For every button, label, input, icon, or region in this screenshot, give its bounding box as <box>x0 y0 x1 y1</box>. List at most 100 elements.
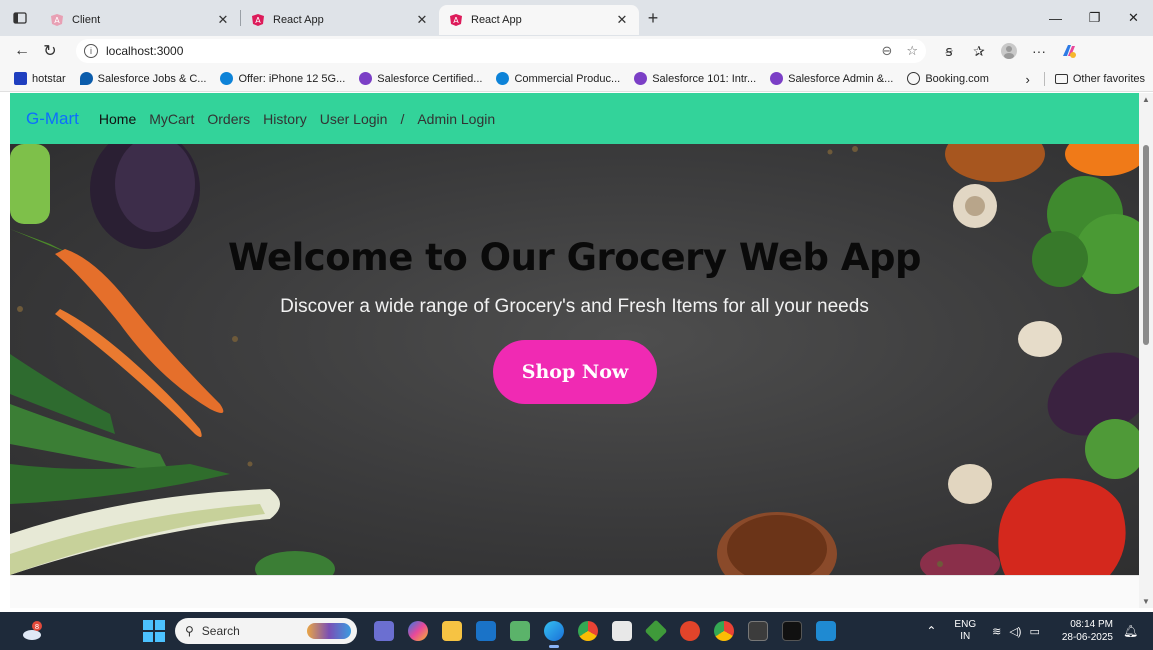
language-indicator[interactable]: ENG IN <box>954 619 976 643</box>
tab-react-app[interactable]: A React App ✕ <box>241 5 439 35</box>
hero-title: Welcome to Our Grocery Web App <box>228 236 921 279</box>
bookmark-iphone-offer[interactable]: Offer: iPhone 12 5G... <box>220 72 345 85</box>
tab-actions-button[interactable] <box>0 0 40 36</box>
copilot-icon <box>1063 45 1076 58</box>
nav-admin-login[interactable]: Admin Login <box>417 111 495 127</box>
hero-subtitle: Discover a wide range of Grocery's and F… <box>280 296 869 317</box>
angular-favicon-icon: A <box>51 14 63 26</box>
bookmark-divider <box>1043 72 1045 86</box>
battery-icon: ▭ <box>1029 625 1040 638</box>
angular-favicon-icon: A <box>252 14 264 26</box>
refresh-button[interactable]: ↻ <box>36 37 64 65</box>
taskbar-apps: ⚲ Search <box>143 612 843 650</box>
terminal-icon[interactable] <box>744 617 772 645</box>
media-player-icon[interactable] <box>608 617 636 645</box>
wifi-icon: ≋ <box>992 625 1002 638</box>
salesforce-cloud-icon <box>496 72 510 85</box>
salesforce-cloud-icon <box>220 72 234 85</box>
hotstar-icon <box>14 72 27 85</box>
url-text[interactable]: localhost:3000 <box>106 44 867 58</box>
tab-title: React App <box>471 14 522 26</box>
bookmark-salesforce-certified[interactable]: Salesforce Certified... <box>359 72 482 85</box>
vscode-icon[interactable] <box>812 617 840 645</box>
svg-text:A: A <box>54 16 60 25</box>
chrome-profile-icon[interactable] <box>710 617 738 645</box>
copilot-button[interactable] <box>1054 37 1084 65</box>
bookmarks-bar: hotstar Salesforce Jobs & C... Offer: iP… <box>0 66 1153 92</box>
svg-text:A: A <box>255 16 261 25</box>
folder-icon <box>1054 74 1068 84</box>
address-bar[interactable]: i localhost:3000 ⊖ ☆ <box>76 39 926 63</box>
scrollbar-thumb[interactable] <box>1143 145 1149 345</box>
shop-now-button[interactable]: Shop Now <box>493 340 657 404</box>
other-favorites-link[interactable]: Other favorites <box>1073 73 1145 85</box>
arrow-left-icon: ← <box>14 42 30 59</box>
tab-client[interactable]: A Client ✕ <box>40 5 240 35</box>
tab-title: React App <box>273 14 324 26</box>
teams-icon[interactable] <box>370 617 398 645</box>
notepad-icon[interactable] <box>506 617 534 645</box>
bookmark-salesforce-jobs[interactable]: Salesforce Jobs & C... <box>79 72 206 85</box>
site-info-icon[interactable]: i <box>84 44 98 58</box>
chevron-right-icon[interactable]: › <box>1026 72 1030 87</box>
tab-title: Client <box>72 14 101 26</box>
file-explorer-icon[interactable] <box>438 617 466 645</box>
bookmark-label: hotstar <box>32 72 66 85</box>
close-tab-icon[interactable]: ✕ <box>415 12 429 28</box>
page-viewport: G-Mart Home MyCart Orders History User L… <box>10 93 1139 608</box>
office-app-icon[interactable] <box>676 617 704 645</box>
profile-button[interactable] <box>994 37 1024 65</box>
address-toolbar: ← ↻ i localhost:3000 ⊖ ☆ ꞩ ✰ ··· <box>0 36 1153 66</box>
more-menu-button[interactable]: ··· <box>1024 37 1054 65</box>
bookmark-label: Salesforce Admin &... <box>788 72 894 85</box>
close-window-icon[interactable]: ✕ <box>1114 0 1153 36</box>
nav-orders[interactable]: Orders <box>207 111 250 127</box>
favorite-star-icon[interactable]: ☆ <box>906 43 918 59</box>
brand-logo[interactable]: G-Mart <box>26 109 79 129</box>
new-tab-button[interactable]: + <box>639 4 667 32</box>
notification-bell-icon[interactable]: 🔔︎ <box>1123 624 1145 638</box>
restore-icon[interactable]: ❐ <box>1075 0 1114 36</box>
nodejs-icon[interactable] <box>642 617 670 645</box>
tab-react-app-active[interactable]: A React App ✕ <box>439 5 639 35</box>
window-controls: — ❐ ✕ <box>1036 0 1153 36</box>
taskbar-search-box[interactable]: ⚲ Search <box>175 618 357 644</box>
bookmark-salesforce-101[interactable]: Salesforce 101: Intr... <box>634 72 756 85</box>
site-navbar: G-Mart Home MyCart Orders History User L… <box>10 93 1139 144</box>
weather-badge: 8 <box>35 623 39 631</box>
nav-separator: / <box>400 110 405 127</box>
page-scrollbar[interactable]: ▲ ▼ <box>1139 93 1153 608</box>
bookmark-label: Offer: iPhone 12 5G... <box>238 72 346 85</box>
windows-start-icon[interactable] <box>143 620 165 642</box>
nav-history[interactable]: History <box>263 111 307 127</box>
back-button[interactable]: ← <box>8 37 36 65</box>
scroll-up-icon[interactable]: ▲ <box>1142 95 1150 104</box>
nav-user-login[interactable]: User Login <box>320 111 388 127</box>
close-tab-icon[interactable]: ✕ <box>615 12 629 28</box>
trailhead-icon <box>770 72 784 85</box>
scroll-down-icon[interactable]: ▼ <box>1142 597 1150 606</box>
outlook-icon[interactable] <box>472 617 500 645</box>
extensions-button[interactable]: ꞩ <box>934 37 964 65</box>
clock-time: 08:14 PM <box>1070 619 1113 630</box>
bookmark-salesforce-admin[interactable]: Salesforce Admin &... <box>770 72 893 85</box>
quick-settings[interactable]: ≋ ◁) ▭ <box>992 625 1048 638</box>
clock[interactable]: 08:14 PM 28-06-2025 <box>1062 618 1113 644</box>
edge-browser-icon[interactable] <box>540 617 568 648</box>
minimize-icon[interactable]: — <box>1036 0 1075 36</box>
close-tab-icon[interactable]: ✕ <box>216 12 230 28</box>
angular-favicon-icon: A <box>450 14 462 26</box>
bookmark-booking[interactable]: Booking.com <box>907 72 989 85</box>
copilot-app-icon[interactable] <box>404 617 432 645</box>
more-info-icon[interactable]: ⊖ <box>881 43 892 59</box>
chrome-icon[interactable] <box>574 617 602 645</box>
github-desktop-icon[interactable] <box>778 617 806 645</box>
nav-home[interactable]: Home <box>99 111 136 127</box>
avatar-icon <box>1001 43 1017 59</box>
favorites-button[interactable]: ✰ <box>964 37 994 65</box>
weather-icon[interactable]: 8 <box>22 620 44 642</box>
bookmark-hotstar[interactable]: hotstar <box>14 72 66 85</box>
nav-mycart[interactable]: MyCart <box>149 111 194 127</box>
bookmark-commercial-product[interactable]: Commercial Produc... <box>496 72 620 85</box>
show-hidden-icons-icon[interactable]: ⌃ <box>926 624 936 638</box>
